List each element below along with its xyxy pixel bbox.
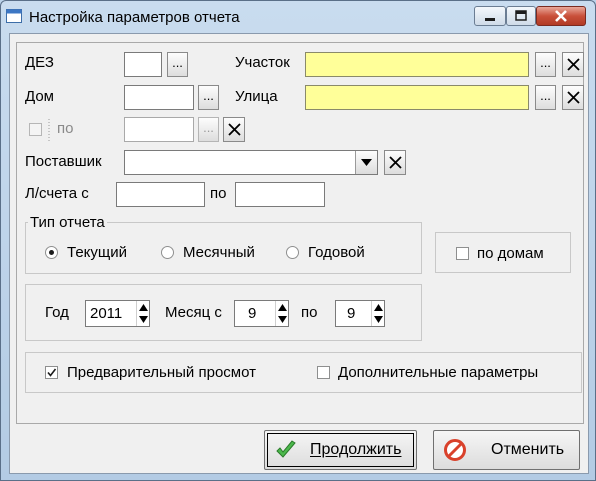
postavshik-clear-button[interactable] bbox=[384, 150, 406, 175]
cancel-no-icon bbox=[444, 439, 466, 461]
maximize-icon bbox=[515, 10, 527, 21]
dez-field[interactable] bbox=[124, 52, 162, 77]
year-spin-arrows[interactable] bbox=[136, 301, 149, 326]
clear-x-icon bbox=[567, 58, 580, 71]
ls-to-field[interactable] bbox=[235, 182, 325, 207]
dom-browse-button[interactable]: ... bbox=[198, 85, 219, 110]
cancel-label: Отменить bbox=[491, 441, 565, 458]
postavshik-label: Поставшик bbox=[25, 153, 102, 170]
dialog-client-area: ДЕЗ ... Участок ... Дом ... Улица ... по… bbox=[9, 33, 589, 474]
title-bar[interactable]: Настройка параметров отчета bbox=[1, 1, 595, 33]
checkmark-icon bbox=[276, 440, 296, 458]
po-browse-button[interactable]: ... bbox=[198, 117, 219, 142]
clear-x-icon bbox=[389, 156, 402, 169]
year-label: Год bbox=[45, 304, 69, 321]
clear-x-icon bbox=[567, 91, 580, 104]
ulitsa-label: Улица bbox=[235, 88, 278, 105]
preview-checkbox[interactable] bbox=[45, 366, 58, 379]
dialog-window: Настройка параметров отчета ДЕЗ ... Учас… bbox=[0, 0, 596, 481]
ls-label: Л/счета с bbox=[25, 185, 89, 202]
radio-yearly-label: Годовой bbox=[308, 244, 365, 261]
postavshik-combobox[interactable] bbox=[124, 150, 378, 175]
spin-up-down-icon bbox=[374, 304, 383, 323]
year-spinner[interactable]: 2011 bbox=[85, 300, 150, 327]
ulitsa-clear-button[interactable] bbox=[562, 85, 584, 110]
app-window-icon bbox=[6, 9, 22, 23]
ulitsa-browse-button[interactable]: ... bbox=[535, 85, 556, 110]
by-houses-checkbox[interactable] bbox=[456, 247, 469, 260]
uchastok-clear-button[interactable] bbox=[562, 52, 584, 77]
chevron-down-icon bbox=[361, 159, 372, 166]
continue-label: Продолжить bbox=[310, 441, 402, 458]
radio-current-label: Текущий bbox=[67, 244, 127, 261]
po-checkbox[interactable] bbox=[29, 123, 42, 136]
by-houses-label: по домам bbox=[477, 245, 544, 262]
parameters-panel: ДЕЗ ... Участок ... Дом ... Улица ... по… bbox=[16, 42, 584, 424]
checkmark-icon bbox=[47, 368, 57, 377]
preview-label: Предварительный просмот bbox=[67, 364, 256, 381]
month-from-spinner[interactable]: 9 bbox=[234, 300, 289, 327]
month-from-spin-arrows[interactable] bbox=[275, 301, 288, 326]
po-field[interactable] bbox=[124, 117, 194, 142]
close-icon bbox=[555, 10, 567, 22]
spin-up-down-icon bbox=[139, 304, 148, 323]
ls-po-label: по bbox=[210, 185, 227, 202]
radio-yearly[interactable] bbox=[286, 246, 299, 259]
extra-params-checkbox[interactable] bbox=[317, 366, 330, 379]
po-checkbox-label: по bbox=[57, 120, 74, 137]
month-to-spin-arrows[interactable] bbox=[371, 301, 384, 326]
window-title: Настройка параметров отчета bbox=[29, 9, 240, 26]
uchastok-field[interactable] bbox=[305, 52, 529, 77]
month-to-spinner[interactable]: 9 bbox=[335, 300, 385, 327]
uchastok-label: Участок bbox=[235, 54, 290, 71]
close-button[interactable] bbox=[536, 6, 586, 26]
minimize-button[interactable] bbox=[474, 6, 506, 26]
dom-field[interactable] bbox=[124, 85, 194, 110]
report-type-caption: Тип отчета bbox=[28, 214, 107, 231]
extra-params-label: Дополнительные параметры bbox=[338, 364, 539, 381]
clear-x-icon bbox=[228, 123, 241, 136]
month-from-label: Месяц с bbox=[165, 304, 222, 321]
postavshik-dropdown-button[interactable] bbox=[355, 151, 377, 174]
dez-label: ДЕЗ bbox=[25, 54, 54, 71]
maximize-button[interactable] bbox=[506, 6, 536, 26]
month-to-label: по bbox=[301, 304, 318, 321]
cancel-button[interactable]: Отменить bbox=[433, 430, 580, 470]
minimize-icon bbox=[485, 18, 495, 21]
ls-from-field[interactable] bbox=[116, 182, 205, 207]
focus-separator-icon bbox=[48, 119, 50, 141]
dez-browse-button[interactable]: ... bbox=[167, 52, 188, 77]
dom-label: Дом bbox=[25, 88, 54, 105]
continue-button[interactable]: Продолжить bbox=[264, 430, 417, 470]
radio-current[interactable] bbox=[45, 246, 58, 259]
radio-monthly[interactable] bbox=[161, 246, 174, 259]
po-clear-button[interactable] bbox=[223, 117, 245, 142]
radio-monthly-label: Месячный bbox=[183, 244, 255, 261]
ulitsa-field[interactable] bbox=[305, 85, 529, 110]
spin-up-down-icon bbox=[278, 304, 287, 323]
uchastok-browse-button[interactable]: ... bbox=[535, 52, 556, 77]
